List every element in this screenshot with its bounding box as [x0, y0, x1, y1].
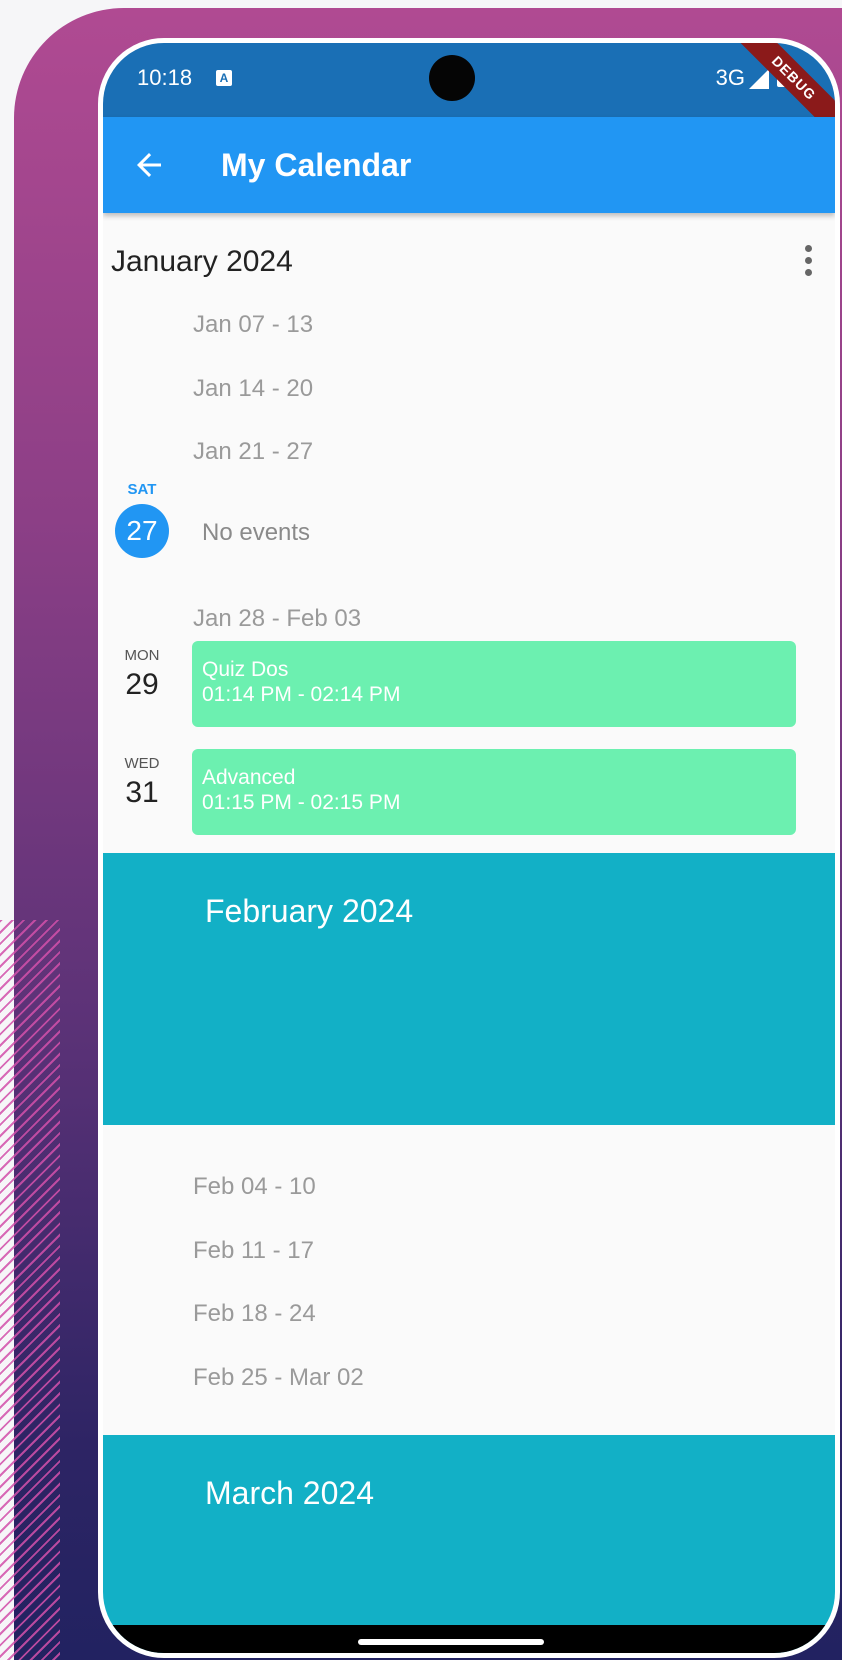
event-title: Advanced — [202, 766, 296, 789]
background-stripes — [0, 920, 60, 1660]
week-row: Feb 25 - Mar 02 — [193, 1364, 364, 1391]
no-events-text: No events — [202, 519, 311, 546]
signal-icon — [749, 69, 769, 89]
week-row: Feb 04 - 10 — [193, 1173, 316, 1200]
month-title-february: February 2024 — [205, 893, 414, 929]
event-time: 01:15 PM - 02:15 PM — [202, 791, 401, 814]
event-time: 01:14 PM - 02:14 PM — [202, 683, 401, 706]
screenshot-stage: 10:18 A 3G DEBUG My Calendar January 202… — [0, 0, 842, 1660]
navigation-bar — [103, 1625, 835, 1653]
today-date-circle: 27 — [115, 504, 169, 558]
week-row: Feb 18 - 24 — [193, 1300, 316, 1327]
week-row: Jan 28 - Feb 03 — [193, 605, 362, 632]
day-number: 29 — [125, 668, 159, 701]
status-time: 10:18 — [137, 65, 193, 90]
network-type: 3G — [715, 65, 745, 90]
notification-a-icon: A — [216, 70, 232, 86]
day-number: 31 — [125, 776, 159, 809]
arrow-left-icon[interactable] — [131, 147, 167, 183]
day-name: WED — [124, 755, 160, 772]
month-title-january: January 2024 — [111, 245, 293, 278]
home-indicator[interactable] — [358, 1639, 544, 1645]
phone-frame: 10:18 A 3G DEBUG My Calendar January 202… — [98, 38, 840, 1658]
week-row: Jan 21 - 27 — [193, 438, 314, 465]
event-card[interactable]: Advanced 01:15 PM - 02:15 PM — [192, 749, 796, 835]
day-column: MON 29 — [103, 647, 181, 702]
day-name: MON — [124, 647, 160, 664]
app-bar: My Calendar — [103, 117, 835, 213]
month-banner-february: February 2024 — [103, 853, 835, 1125]
event-card[interactable]: Quiz Dos 01:14 PM - 02:14 PM — [192, 641, 796, 727]
day-column: WED 31 — [103, 755, 181, 810]
status-bar: 10:18 A 3G DEBUG — [103, 43, 835, 141]
day-name: SAT — [127, 481, 157, 498]
page-title: My Calendar — [221, 147, 412, 183]
event-title: Quiz Dos — [202, 658, 289, 681]
today-day-column[interactable]: SAT 27 — [103, 481, 181, 558]
camera-cutout — [429, 55, 475, 101]
week-row: Jan 14 - 20 — [193, 375, 314, 402]
month-title-march: March 2024 — [205, 1475, 374, 1511]
week-row: Jan 07 - 13 — [193, 311, 314, 338]
week-row: Feb 11 - 17 — [193, 1237, 314, 1264]
more-vert-icon[interactable] — [803, 245, 813, 277]
calendar-schedule: January 2024 Jan 07 - 13 Jan 14 - 20 Jan… — [103, 213, 835, 1653]
